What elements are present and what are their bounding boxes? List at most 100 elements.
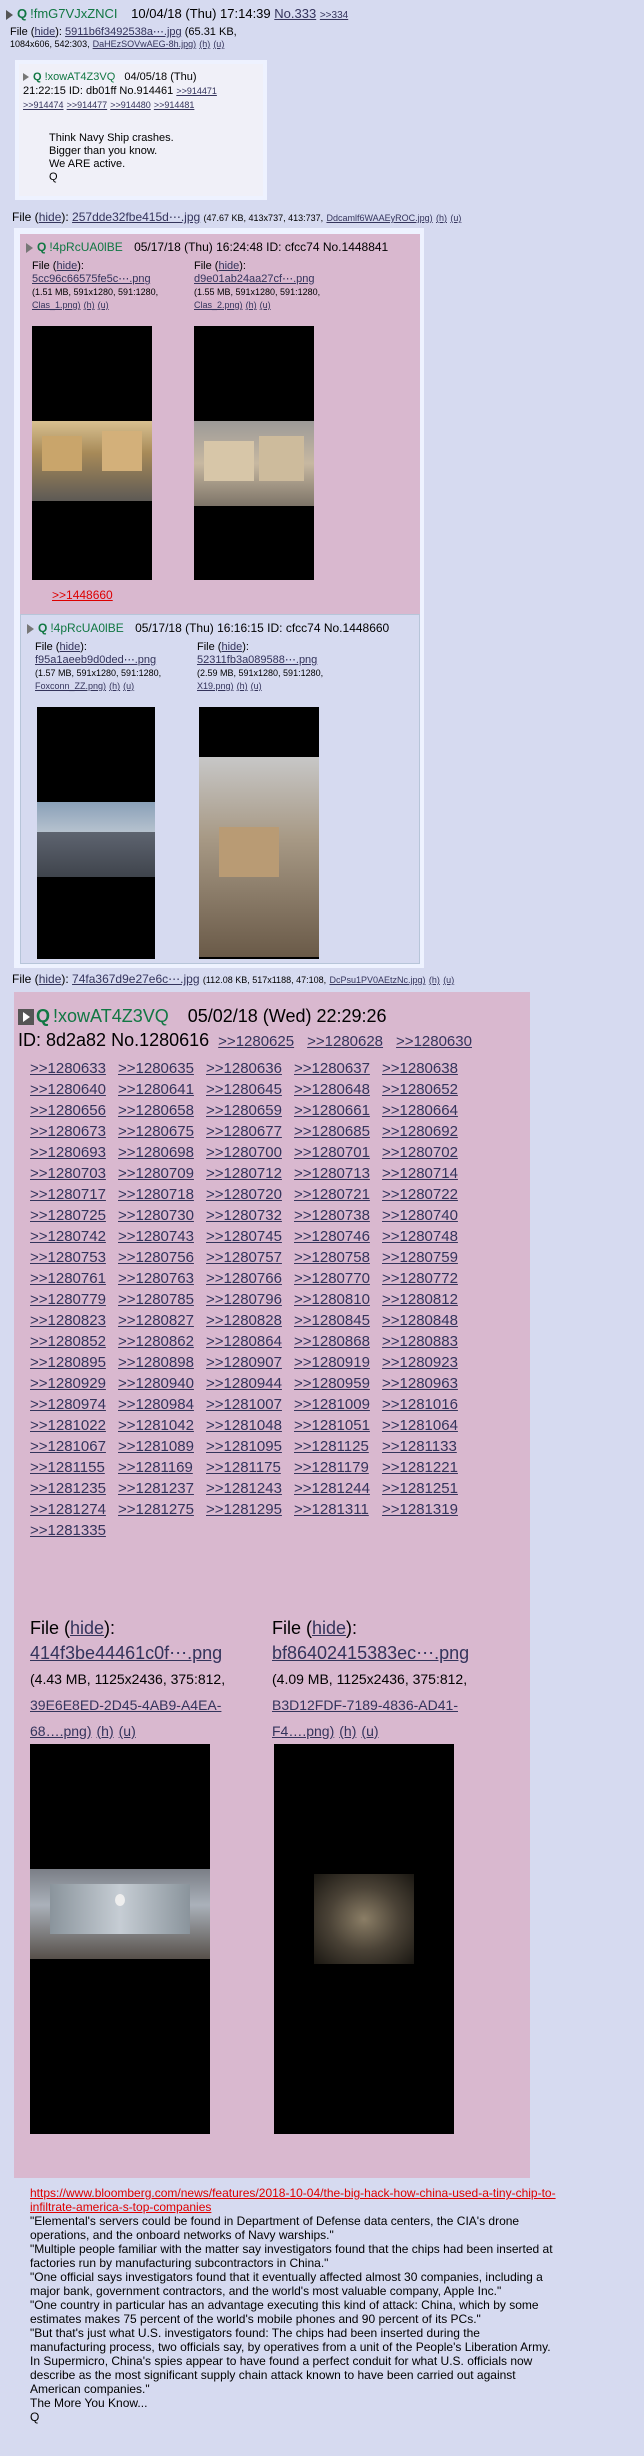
u-link[interactable]: (u) bbox=[450, 213, 461, 223]
h-link[interactable]: (h) bbox=[436, 213, 447, 223]
reply-link[interactable]: >>1280895 bbox=[30, 1352, 118, 1373]
reply-link[interactable]: >>1280713 bbox=[294, 1163, 382, 1184]
thumbnail-image[interactable] bbox=[274, 1744, 454, 2134]
file-name-link[interactable]: 257dde32fbe415d⋯.jpg bbox=[72, 210, 200, 224]
article-link[interactable]: https://www.bloomberg.com/news/features/… bbox=[30, 2186, 630, 2200]
reply-link[interactable]: >>1281155 bbox=[30, 1457, 118, 1478]
article-link[interactable]: infiltrate-america-s-top-companies bbox=[30, 2200, 630, 2214]
reply-link[interactable]: >>1280772 bbox=[382, 1268, 470, 1289]
file-original-link[interactable]: F4….png) bbox=[272, 1723, 334, 1739]
h-link[interactable]: (h) bbox=[84, 300, 95, 310]
reply-link[interactable]: >>1280640 bbox=[30, 1079, 118, 1100]
reply-link[interactable]: >>1280712 bbox=[206, 1163, 294, 1184]
reply-link[interactable]: >>1280753 bbox=[30, 1247, 118, 1268]
post-number[interactable]: No.333 bbox=[274, 6, 316, 21]
reply-link[interactable]: >>1280630 bbox=[396, 1033, 472, 1050]
reply-link[interactable]: >>1280714 bbox=[382, 1163, 470, 1184]
reply-link[interactable]: >>1281051 bbox=[294, 1415, 382, 1436]
reply-link[interactable]: >>1280625 bbox=[218, 1033, 294, 1050]
reply-link[interactable]: >>1280907 bbox=[206, 1352, 294, 1373]
reply-link[interactable]: >>1281125 bbox=[294, 1436, 382, 1457]
u-link[interactable]: (u) bbox=[443, 975, 454, 985]
reply-link[interactable]: >>1280785 bbox=[118, 1289, 206, 1310]
reply-link[interactable]: >>1280742 bbox=[30, 1226, 118, 1247]
reply-link[interactable]: >>1281016 bbox=[382, 1394, 470, 1415]
hide-link[interactable]: hide bbox=[56, 260, 77, 272]
reply-link[interactable]: >>1280963 bbox=[382, 1373, 470, 1394]
reply-link[interactable]: >>1280763 bbox=[118, 1268, 206, 1289]
reply-link[interactable]: >>1280645 bbox=[206, 1079, 294, 1100]
reply-link[interactable]: >>1281067 bbox=[30, 1436, 118, 1457]
reply-link[interactable]: >>1280659 bbox=[206, 1100, 294, 1121]
reply-link[interactable]: >>1281335 bbox=[30, 1520, 118, 1541]
reply-link[interactable]: >>1280725 bbox=[30, 1205, 118, 1226]
thumbnail-image[interactable] bbox=[199, 707, 319, 959]
reply-link[interactable]: >>1281133 bbox=[382, 1436, 470, 1457]
backlink[interactable]: >>334 bbox=[320, 10, 348, 21]
thumbnail-image[interactable] bbox=[30, 1744, 210, 2134]
thumbnail-image[interactable] bbox=[32, 326, 152, 580]
h-link[interactable]: (h) bbox=[97, 1723, 114, 1739]
hide-link[interactable]: hide bbox=[221, 641, 242, 653]
expand-arrow-icon[interactable] bbox=[18, 1009, 34, 1026]
reply-link[interactable]: >>1280745 bbox=[206, 1226, 294, 1247]
reply-link[interactable]: >>1281295 bbox=[206, 1499, 294, 1520]
reply-link[interactable]: >>1280702 bbox=[382, 1142, 470, 1163]
reply-link[interactable]: >>1280883 bbox=[382, 1331, 470, 1352]
reply-link[interactable]: >>1280698 bbox=[118, 1142, 206, 1163]
reply-link[interactable]: >>1280748 bbox=[382, 1226, 470, 1247]
hide-link[interactable]: hide bbox=[59, 641, 80, 653]
reply-link[interactable]: >>1280628 bbox=[307, 1033, 383, 1050]
reply-link[interactable]: >>1280766 bbox=[206, 1268, 294, 1289]
reply-link[interactable]: >>1280796 bbox=[206, 1289, 294, 1310]
reply-link[interactable]: >>1280923 bbox=[382, 1352, 470, 1373]
reply-link[interactable]: >>1281009 bbox=[294, 1394, 382, 1415]
reply-link[interactable]: >>1280868 bbox=[294, 1331, 382, 1352]
h-link[interactable]: (h) bbox=[339, 1723, 356, 1739]
reply-link[interactable]: >>1281235 bbox=[30, 1478, 118, 1499]
h-link[interactable]: (h) bbox=[246, 300, 257, 310]
reply-link[interactable]: >>1280664 bbox=[382, 1100, 470, 1121]
reply-link[interactable]: >>1280779 bbox=[30, 1289, 118, 1310]
reply-link[interactable]: >>1280827 bbox=[118, 1310, 206, 1331]
reply-link[interactable]: >>1281243 bbox=[206, 1478, 294, 1499]
reply-link[interactable]: >>1280638 bbox=[382, 1058, 470, 1079]
file-name-link[interactable]: d9e01ab24aa27cf⋯.png bbox=[194, 273, 315, 285]
file-original-link[interactable]: DcPsu1PV0AEtzNc.jpg) bbox=[329, 975, 425, 985]
reply-link[interactable]: >>1280652 bbox=[382, 1079, 470, 1100]
file-name-link[interactable]: 52311fb3a089588⋯.png bbox=[197, 654, 317, 666]
reply-link[interactable]: >>1280959 bbox=[294, 1373, 382, 1394]
hide-link[interactable]: hide bbox=[39, 972, 62, 986]
hide-link[interactable]: hide bbox=[39, 210, 62, 224]
reply-link[interactable]: >>1280633 bbox=[30, 1058, 118, 1079]
reply-link[interactable]: >>1280730 bbox=[118, 1205, 206, 1226]
file-name-link[interactable]: 74fa367d9e27e6c⋯.jpg bbox=[72, 972, 199, 986]
u-link[interactable]: (u) bbox=[251, 681, 262, 691]
h-link[interactable]: (h) bbox=[429, 975, 440, 985]
u-link[interactable]: (u) bbox=[361, 1723, 378, 1739]
file-name-link[interactable]: 5cc96c66575fe5c⋯.png bbox=[32, 273, 151, 285]
u-link[interactable]: (u) bbox=[123, 681, 134, 691]
reply-link[interactable]: >>1280673 bbox=[30, 1121, 118, 1142]
reply-link[interactable]: >>1280845 bbox=[294, 1310, 382, 1331]
reply-link[interactable]: >>1281095 bbox=[206, 1436, 294, 1457]
reply-link[interactable]: >>1281064 bbox=[382, 1415, 470, 1436]
reply-link[interactable]: >>1280656 bbox=[30, 1100, 118, 1121]
reply-link[interactable]: >>1281251 bbox=[382, 1478, 470, 1499]
reply-link[interactable]: >>1281089 bbox=[118, 1436, 206, 1457]
reply-link[interactable]: >>1280828 bbox=[206, 1310, 294, 1331]
reply-link[interactable]: >>1280812 bbox=[382, 1289, 470, 1310]
u-link[interactable]: (u) bbox=[213, 39, 224, 49]
reply-link[interactable]: >>1280675 bbox=[118, 1121, 206, 1142]
reply-link[interactable]: >>1281319 bbox=[382, 1499, 470, 1520]
expand-arrow-icon[interactable] bbox=[6, 9, 13, 20]
reply-link[interactable]: >>1281237 bbox=[118, 1478, 206, 1499]
reply-link[interactable]: >>1280722 bbox=[382, 1184, 470, 1205]
reply-link[interactable]: >>1280701 bbox=[294, 1142, 382, 1163]
reply-link[interactable]: >>914480 bbox=[110, 100, 151, 110]
reply-link[interactable]: >>1281042 bbox=[118, 1415, 206, 1436]
file-original-link[interactable]: 68….png) bbox=[30, 1723, 91, 1739]
reply-link[interactable]: >>1281048 bbox=[206, 1415, 294, 1436]
file-original-link[interactable]: 39E6E8ED-2D45-4AB9-A4EA- bbox=[30, 1697, 221, 1713]
expand-arrow-icon[interactable] bbox=[27, 623, 34, 634]
